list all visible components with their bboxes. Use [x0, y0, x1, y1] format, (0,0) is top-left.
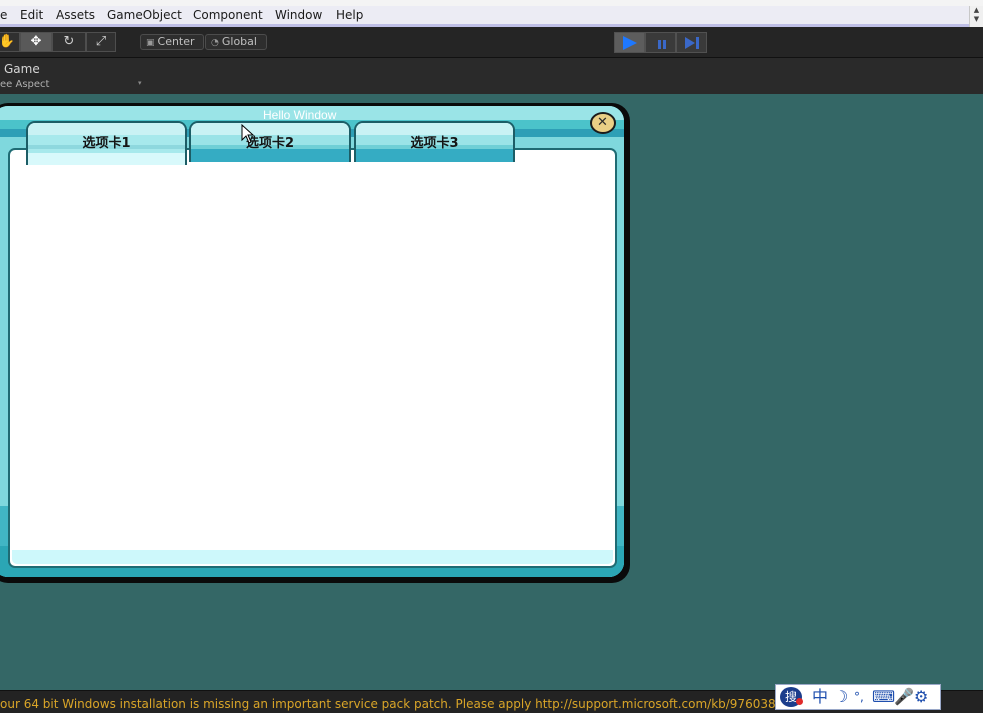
menu-component[interactable]: Component [193, 8, 263, 22]
tab-2-label: 选项卡2 [245, 136, 295, 151]
hand-icon: ✋ [0, 34, 16, 49]
menu-file[interactable]: e [0, 8, 7, 22]
tab-1-label: 选项卡1 [82, 136, 131, 151]
play-button[interactable] [614, 32, 645, 53]
menu-assets[interactable]: Assets [56, 8, 95, 22]
tab-3-label: 选项卡3 [410, 136, 459, 151]
ime-toolbar: 搜 中 ☽ °, ⌨ 🎤 ⚙ [775, 684, 941, 710]
step-button[interactable] [676, 32, 707, 53]
menu-help[interactable]: Help [336, 8, 363, 22]
microphone-icon[interactable]: 🎤 [894, 687, 914, 707]
unity-editor-screen: e Edit Assets GameObject Component Windo… [0, 0, 983, 713]
pivot-global-toggle[interactable]: ◔ Global [205, 34, 267, 50]
move-tool-button[interactable]: ✥ [20, 32, 52, 52]
pivot-icon: ▣ [146, 38, 155, 48]
rotate-icon: ↻ [63, 34, 75, 49]
hello-window: Hello Window 选项卡1 选项卡2 选项卡3 ✕ [0, 103, 630, 583]
pause-icon [658, 40, 666, 49]
tab-2[interactable]: 选项卡2 [189, 121, 351, 162]
tab-1-base [28, 153, 185, 165]
move-icon: ✥ [30, 34, 42, 49]
chinese-mode-icon[interactable]: 中 [812, 687, 828, 707]
menu-window[interactable]: Window [275, 8, 322, 22]
menu-scrollbar[interactable]: ▲ ▼ [969, 6, 983, 27]
scale-icon: ⤢ [95, 34, 107, 49]
menu-edit[interactable]: Edit [20, 8, 43, 22]
game-view-header: Game ee Aspect ▾ [0, 58, 983, 94]
content-bottom-band [12, 550, 613, 564]
menu-gameobject[interactable]: GameObject [107, 8, 182, 22]
tab-3[interactable]: 选项卡3 [354, 121, 515, 162]
tab-1[interactable]: 选项卡1 [26, 121, 187, 165]
close-button[interactable]: ✕ [590, 112, 616, 134]
tab-content-panel [8, 148, 617, 568]
pivot-global-label: Global [221, 35, 257, 48]
play-icon [623, 36, 637, 50]
step-icon [685, 37, 699, 49]
pivot-center-label: Center [157, 35, 195, 48]
settings-gear-icon[interactable]: ⚙ [914, 687, 928, 707]
status-dot-icon [796, 698, 803, 705]
aspect-dropdown[interactable]: ee Aspect [0, 79, 49, 90]
game-tab-title[interactable]: Game [4, 62, 40, 76]
warning-message[interactable]: our 64 bit Windows installation is missi… [0, 697, 810, 711]
punctuation-icon[interactable]: °, [854, 687, 864, 707]
pivot-center-toggle[interactable]: ▣ Center [140, 34, 204, 50]
editor-toolbar: ✋ ✥ ↻ ⤢ ▣ Center ◔ Global [0, 27, 983, 58]
window-frame: Hello Window 选项卡1 选项卡2 选项卡3 ✕ [0, 106, 624, 577]
menu-bar: e Edit Assets GameObject Component Windo… [0, 6, 983, 27]
play-controls [614, 32, 708, 53]
pause-button[interactable] [645, 32, 676, 53]
scale-tool-button[interactable]: ⤢ [86, 32, 116, 52]
close-icon: ✕ [597, 115, 608, 130]
scroll-up-icon[interactable]: ▲ [970, 6, 983, 15]
half-width-icon[interactable]: ☽ [834, 687, 848, 707]
mouse-cursor-icon [241, 124, 255, 144]
globe-icon: ◔ [211, 38, 219, 48]
chevron-down-icon[interactable]: ▾ [138, 79, 142, 87]
window-title: Hello Window [263, 108, 337, 122]
scroll-down-icon[interactable]: ▼ [970, 15, 983, 24]
hand-tool-button[interactable]: ✋ [0, 32, 20, 52]
rotate-tool-button[interactable]: ↻ [52, 32, 86, 52]
keyboard-icon[interactable]: ⌨ [872, 687, 895, 707]
